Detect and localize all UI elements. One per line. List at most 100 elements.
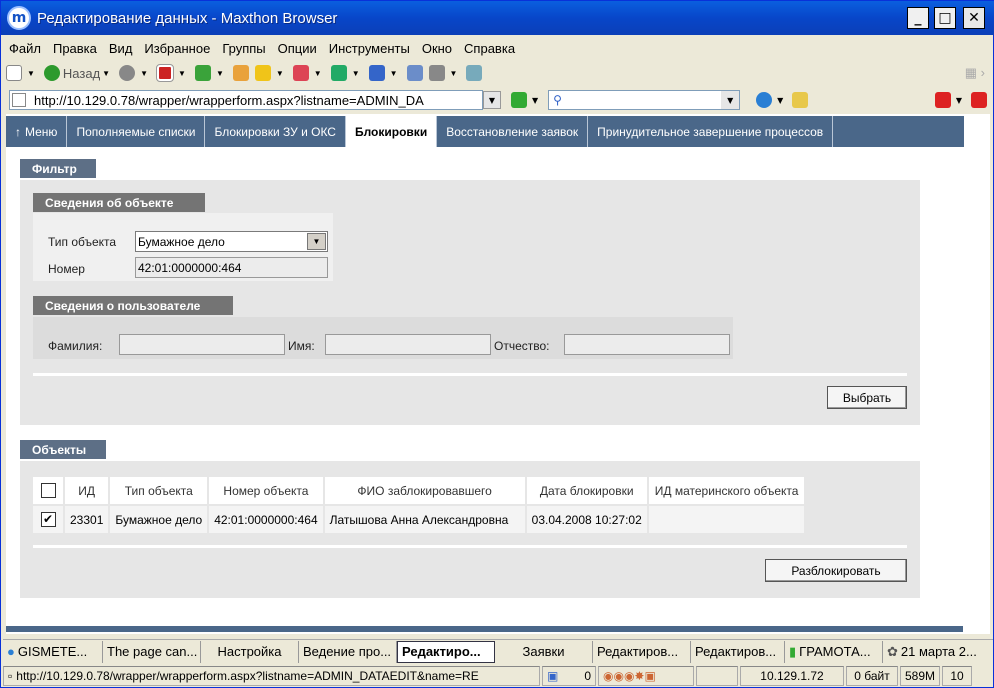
cell-id: 23301 [65, 506, 109, 533]
surname-label: Фамилия: [48, 339, 103, 353]
tab-replenished-lists[interactable]: Пополняемые списки [67, 116, 206, 147]
cell-date: 03.04.2008 10:27:02 [526, 506, 647, 533]
menu-options[interactable]: Опции [272, 41, 323, 56]
status-plugins[interactable]: ◉◉◉✸▣ [598, 666, 694, 686]
menu-window[interactable]: Окно [416, 41, 458, 56]
tab-item[interactable]: Ведение про... [299, 640, 397, 663]
close-button[interactable]: ✕ [963, 7, 985, 29]
row-select-cell[interactable]: ✔ [33, 506, 63, 533]
name-input[interactable] [325, 334, 491, 355]
highlight-icon[interactable] [792, 92, 809, 108]
user-info-header: Сведения о пользователе [33, 296, 233, 315]
title-bar: m Редактирование данных - Maxthon Browse… [1, 1, 994, 35]
menu-tools[interactable]: Инструменты [323, 41, 416, 56]
table-row[interactable]: ✔ 23301 Бумажное дело 42:01:0000000:464 … [33, 506, 805, 533]
tree-icon[interactable] [330, 65, 347, 81]
maxthon-logo-icon: m [7, 6, 31, 30]
objects-table: ИД Тип объекта Номер объекта ФИО заблоки… [31, 475, 806, 535]
go-icon[interactable] [511, 92, 527, 108]
row-checkbox[interactable]: ✔ [40, 512, 56, 528]
menu-file[interactable]: Файл [3, 41, 47, 56]
object-type-select[interactable]: Бумажное дело ▼ [135, 231, 328, 252]
name-label: Имя: [288, 339, 315, 353]
tab-menu[interactable]: ↑ Меню [6, 116, 68, 147]
minimize-button[interactable]: _ [907, 7, 929, 29]
back-button-label[interactable]: Назад [63, 66, 100, 81]
number-input[interactable]: 42:01:0000000:464 [135, 257, 328, 278]
object-type-label: Тип объекта [48, 235, 117, 249]
address-dropdown[interactable]: ▼ [483, 91, 501, 109]
maximize-button[interactable]: □ [934, 7, 956, 29]
browser-window: m Редактирование данных - Maxthon Browse… [0, 0, 994, 688]
status-url-text: http://10.129.0.78/wrapper/wrapperform.a… [16, 669, 479, 683]
patronymic-input[interactable] [564, 334, 730, 355]
tab-item[interactable]: The page can... [103, 640, 201, 663]
menu-help[interactable]: Справка [458, 41, 521, 56]
col-object-number: Номер объекта [209, 477, 323, 504]
search-engine-icon[interactable] [756, 92, 773, 108]
status-url: ▫ http://10.129.0.78/wrapper/wrapperform.… [3, 666, 540, 686]
forward-icon[interactable] [119, 65, 136, 81]
tab-item-label: GISMETE... [17, 644, 88, 659]
drop-icon: ● [7, 644, 15, 659]
address-url: http://10.129.0.78/wrapper/wrapperform.a… [34, 92, 424, 108]
select-all-header[interactable] [33, 477, 63, 504]
groups-icon[interactable] [292, 65, 309, 81]
patronymic-label: Отчество: [494, 339, 550, 353]
window-title: Редактирование данных - Maxthon Browser [37, 9, 338, 27]
stop-icon[interactable] [156, 64, 175, 82]
sidebar-icon[interactable] [406, 65, 423, 81]
select-all-checkbox[interactable] [40, 483, 56, 499]
address-input[interactable]: http://10.129.0.78/wrapper/wrapperform.a… [9, 90, 483, 110]
nav-tabs: ↑ Меню Пополняемые списки Блокировки ЗУ и… [6, 116, 964, 147]
tab-locks[interactable]: Блокировки [345, 116, 438, 147]
unlock-button[interactable]: Разблокировать [765, 559, 907, 582]
close-all-icon[interactable] [971, 92, 987, 108]
grid-icon[interactable]: ▦ › [965, 65, 985, 81]
menu-groups[interactable]: Группы [216, 41, 271, 56]
tab-item[interactable]: Редактиров... [691, 640, 785, 663]
grammar-icon: ▮ [789, 643, 797, 659]
cell-fio: Латышова Анна Александровна [324, 506, 525, 533]
menu-favorites[interactable]: Избранное [138, 41, 216, 56]
tab-item[interactable]: Настройка [201, 640, 299, 663]
home-icon[interactable] [232, 65, 249, 81]
status-bytes: 0 байт [846, 666, 898, 686]
close-tab-icon[interactable] [934, 92, 951, 108]
status-counter[interactable]: ▣ 0 [542, 666, 596, 686]
tab-item[interactable]: ✿ 21 марта 2... [883, 641, 989, 663]
tab-menu-label: Меню [25, 124, 58, 139]
page-icon [12, 93, 26, 107]
object-info-header: Сведения об объекте [33, 193, 205, 212]
menu-view[interactable]: Вид [103, 41, 139, 56]
refresh-icon[interactable] [194, 65, 211, 81]
object-type-value: Бумажное дело [138, 234, 225, 249]
tab-force-terminate[interactable]: Принудительное завершение процессов [588, 116, 834, 147]
screen-icon[interactable] [466, 65, 483, 81]
tab-item[interactable]: Редактиров... [593, 640, 691, 663]
objects-header: Объекты [20, 440, 106, 459]
number-label: Номер [48, 262, 85, 276]
back-icon[interactable] [43, 65, 60, 81]
open-folder-icon[interactable] [254, 65, 271, 81]
col-object-type: Тип объекта [110, 477, 208, 504]
tab-item-active[interactable]: Редактиро... [397, 640, 495, 663]
surname-input[interactable] [119, 334, 285, 355]
cache-icon[interactable] [428, 65, 445, 81]
menu-edit[interactable]: Правка [47, 41, 103, 56]
cell-parent-id [648, 506, 805, 533]
search-input[interactable]: ⚲ ▼ [548, 90, 741, 110]
page-bottom-bar [6, 626, 963, 632]
chevron-down-icon[interactable]: ▼ [307, 233, 326, 250]
tab-locks-zu-oks[interactable]: Блокировки ЗУ и ОКС [205, 116, 346, 147]
tab-item[interactable]: Заявки [495, 640, 593, 663]
tab-item[interactable]: ● GISMETE... [3, 640, 103, 663]
tab-item-label: 21 марта 2... [900, 644, 977, 659]
new-page-icon[interactable] [6, 65, 22, 81]
tab-bar: ● GISMETE... The page can... Настройка Ве… [3, 639, 993, 663]
tab-item[interactable]: ▮ ГРАМОТА... [785, 640, 883, 663]
search-dropdown[interactable]: ▼ [721, 91, 740, 109]
undo-icon[interactable] [368, 65, 385, 81]
select-button[interactable]: Выбрать [827, 386, 907, 409]
tab-restore-requests[interactable]: Восстановление заявок [437, 116, 589, 147]
